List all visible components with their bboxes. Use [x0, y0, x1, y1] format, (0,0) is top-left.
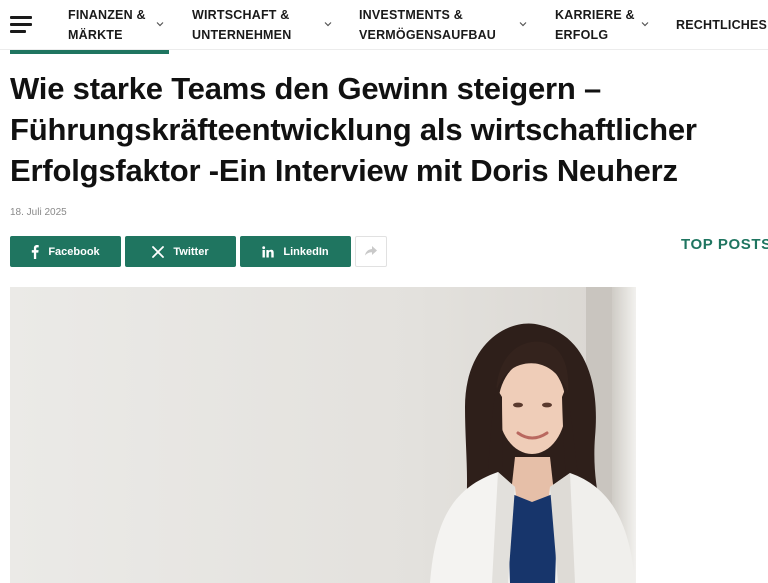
top-navigation: FINANZEN & MÄRKTE WIRTSCHAFT & UNTERNEHM…: [0, 0, 768, 50]
hamburger-menu-icon[interactable]: [10, 16, 32, 34]
share-more-button[interactable]: [355, 236, 387, 267]
nav-item-label: KARRIERE &: [555, 8, 635, 22]
linkedin-icon: [262, 245, 275, 258]
nav-item-label: UNTERNEHMEN: [192, 28, 292, 42]
nav-item-karriere-erfolg[interactable]: KARRIERE & ERFOLG: [555, 5, 635, 45]
nav-item-label: MÄRKTE: [68, 28, 123, 42]
share-linkedin-button[interactable]: LinkedIn: [240, 236, 351, 267]
nav-item-label: VERMÖGENSAUFBAU: [359, 28, 497, 42]
nav-item-label: ERFOLG: [555, 28, 609, 42]
top-posts-heading: TOP POSTS: [681, 236, 768, 253]
article-title: Wie starke Teams den Gewinn steigern – F…: [10, 68, 760, 191]
article-title-line: Wie starke Teams den Gewinn steigern –: [10, 71, 602, 106]
article-title-line: Erfolgsfaktor -Ein Interview mit Doris N…: [10, 153, 678, 188]
nav-item-finanzen-maerkte[interactable]: FINANZEN & MÄRKTE: [68, 5, 146, 45]
share-button-label: Twitter: [173, 245, 209, 258]
share-button-label: LinkedIn: [283, 245, 329, 258]
article-title-line: Führungskräfteentwicklung als wirtschaft…: [10, 112, 697, 147]
nav-item-wirtschaft-unternehmen[interactable]: WIRTSCHAFT & UNTERNEHMEN: [192, 5, 291, 45]
chevron-down-icon[interactable]: [641, 20, 649, 28]
share-twitter-button[interactable]: Twitter: [125, 236, 236, 267]
share-button-label: Facebook: [48, 245, 100, 258]
article-hero-image: [10, 287, 636, 583]
publish-date: 18. Juli 2025: [10, 207, 67, 218]
nav-item-label: RECHTLICHES: [676, 18, 768, 32]
chevron-down-icon[interactable]: [156, 20, 164, 28]
chevron-down-icon[interactable]: [519, 20, 527, 28]
x-icon: [152, 245, 165, 258]
share-arrow-icon: [365, 243, 377, 261]
share-facebook-button[interactable]: Facebook: [10, 236, 121, 267]
active-nav-indicator: [10, 50, 169, 54]
nav-item-rechtliches[interactable]: RECHTLICHES: [676, 15, 767, 35]
nav-item-label: FINANZEN &: [68, 8, 146, 22]
chevron-down-icon[interactable]: [324, 20, 332, 28]
nav-item-investments-vermoegensaufbau[interactable]: INVESTMENTS & VERMÖGENSAUFBAU: [359, 5, 496, 45]
nav-item-label: INVESTMENTS &: [359, 8, 463, 22]
facebook-icon: [31, 244, 40, 259]
nav-item-label: WIRTSCHAFT &: [192, 8, 290, 22]
